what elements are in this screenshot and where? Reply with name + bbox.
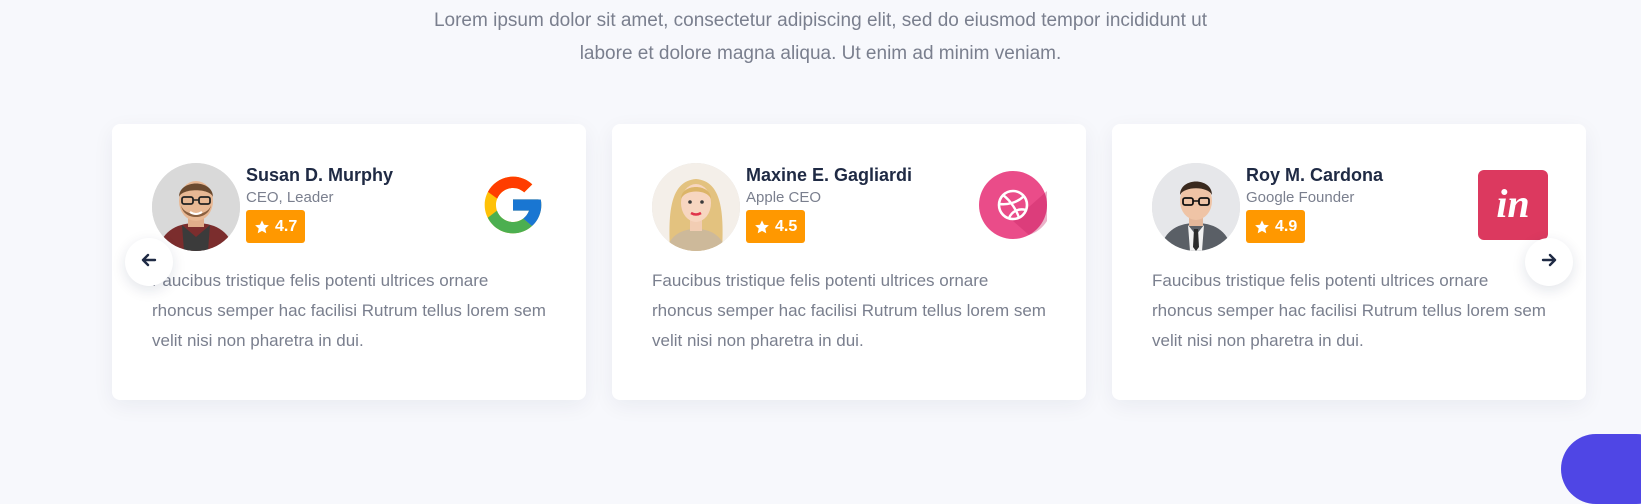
section-intro: Lorem ipsum dolor sit amet, consectetur …: [0, 4, 1641, 70]
author-name: Maxine E. Gagliardi: [746, 165, 913, 185]
testimonial-card: Maxine E. Gagliardi Apple CEO 4.5 Faucib…: [612, 124, 1086, 400]
testimonial-card: Roy M. Cardona Google Founder 4.9 in Fau…: [1112, 124, 1586, 400]
arrow-right-icon: [1541, 252, 1557, 273]
author-role: CEO, Leader: [246, 189, 334, 206]
testimonial-card: Susan D. Murphy CEO, Leader 4.7 Faucibus…: [112, 124, 586, 400]
carousel-prev-button[interactable]: [125, 238, 173, 286]
intro-line-2: labore et dolore magna aliqua. Ut enim a…: [579, 43, 1062, 64]
testimonial-text: Faucibus tristique felis potenti ultrice…: [1152, 271, 1546, 350]
avatar: [152, 163, 240, 251]
testimonial-text: Faucibus tristique felis potenti ultrice…: [652, 271, 1046, 350]
rating-value: 4.7: [275, 217, 298, 235]
rating-badge: 4.9: [1246, 210, 1306, 243]
star-icon: [754, 219, 770, 235]
star-icon: [1254, 219, 1270, 235]
author-name: Susan D. Murphy: [246, 165, 394, 185]
intro-line-1: Lorem ipsum dolor sit amet, consectetur …: [433, 10, 1208, 31]
google-logo-icon: [478, 170, 548, 240]
svg-text:in: in: [1496, 181, 1529, 226]
rating-value: 4.9: [1275, 217, 1298, 235]
rating-value: 4.5: [775, 217, 798, 235]
rating-badge: 4.5: [746, 210, 806, 243]
invision-logo-icon: in: [1478, 170, 1548, 240]
author-role: Apple CEO: [746, 189, 822, 206]
testimonial-carousel: Susan D. Murphy CEO, Leader 4.7 Faucibus…: [100, 112, 1598, 407]
avatar: [652, 163, 740, 251]
star-icon: [254, 219, 270, 235]
author-name: Roy M. Cardona: [1246, 165, 1384, 185]
author-role: Google Founder: [1246, 189, 1355, 206]
testimonial-text: Faucibus tristique felis potenti ultrice…: [152, 271, 546, 350]
carousel-next-button[interactable]: [1525, 238, 1573, 286]
arrow-left-icon: [141, 252, 157, 273]
floating-action-button[interactable]: [1561, 434, 1641, 504]
dribbble-logo-icon: [978, 170, 1048, 240]
rating-badge: 4.7: [246, 210, 306, 243]
avatar: [1152, 163, 1240, 251]
